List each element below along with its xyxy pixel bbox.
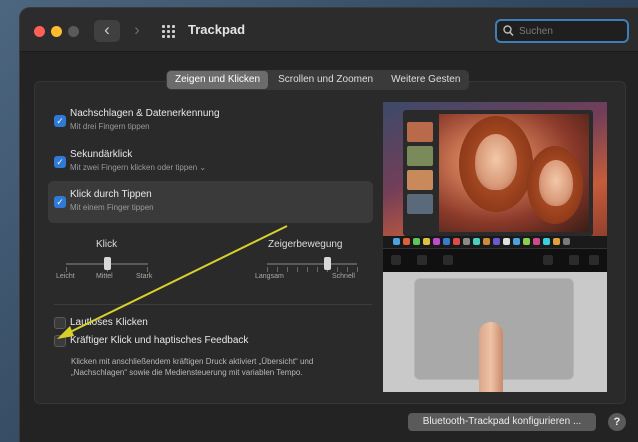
preview-finger [479,322,503,392]
show-all-grid-icon[interactable] [162,25,175,38]
zoom-window-button[interactable] [68,26,79,37]
section-divider [54,304,372,305]
tracking-speed-title: Zeigerbewegung [268,239,343,250]
configure-bluetooth-trackpad-button[interactable]: Bluetooth-Trackpad konfigurieren ... [408,413,596,431]
tracking-speed-track[interactable] [267,263,357,265]
slider-tick [287,267,288,272]
back-button[interactable]: ‹ [94,20,120,42]
preview-photo [439,114,589,232]
checkbox-tap-to-click-checked[interactable]: ✓ [54,196,66,208]
option-title: Lautloses Klicken [70,317,148,328]
option-subtitle: Mit einem Finger tippen [70,203,154,212]
preview-thumbnail [407,194,433,214]
option-tap-to-click[interactable]: ✓ Klick durch Tippen Mit einem Finger ti… [48,181,373,223]
slider-tick [307,267,308,272]
option-force-click-haptic[interactable]: Kräftiger Klick und haptisches Feedback [48,334,373,348]
preview-touch-bar [383,248,607,272]
close-window-button[interactable] [34,26,45,37]
preview-thumbnails [407,122,435,218]
slider-tick [147,267,148,272]
trackpad-preview-video [383,102,607,392]
slider-label-light: Leicht [56,273,75,280]
click-slider-title: Klick [96,239,118,250]
tab-more-gestures[interactable]: Weitere Gesten [383,71,468,89]
search-input[interactable] [519,23,623,39]
slider-label-fast: Schnell [332,273,355,280]
option-title: Sekundärklick [70,149,133,160]
title-bar: ‹ › Trackpad [20,8,638,52]
preview-dock [383,236,607,248]
slider-tick [267,267,268,272]
option-title: Kräftiger Klick und haptisches Feedback [70,335,249,346]
slider-tick [297,267,298,272]
slider-tick [347,267,348,272]
preview-trackpad-area [383,272,607,392]
slider-label-medium: Mittel [96,273,113,280]
tracking-speed-knob[interactable] [324,257,332,270]
chevron-right-icon: › [134,20,140,39]
search-icon [503,25,514,37]
search-field[interactable] [495,19,629,43]
slider-label-firm: Stark [136,273,153,280]
option-subtitle: Mit zwei Fingern klicken oder tippen ⌄ [70,163,207,172]
option-subtitle: Mit drei Fingern tippen [70,122,150,131]
checkbox-silent-clicking[interactable] [54,317,66,329]
slider-tick [357,267,358,272]
help-button[interactable]: ? [608,413,626,431]
force-click-description: Klicken mit anschließendem kräftigen Dru… [71,357,314,377]
option-title: Klick durch Tippen [70,189,152,200]
slider-tick [66,267,67,272]
preview-face [539,160,573,206]
slider-tick [277,267,278,272]
tab-point-and-click[interactable]: Zeigen und Klicken [167,71,269,89]
preview-desktop [383,102,607,248]
slider-tick [337,267,338,272]
slider-tick [317,267,318,272]
checkbox-secondary-click-checked[interactable]: ✓ [54,156,66,168]
option-secondary-click[interactable]: ✓ Sekundärklick Mit zwei Fingern klicken… [48,149,373,177]
preview-face [475,134,517,190]
option-lookup-data-detectors[interactable]: ✓ Nachschlagen & Datenerkennung Mit drei… [48,108,373,136]
checkbox-force-click[interactable] [54,335,66,347]
checkbox-lookup-checked[interactable]: ✓ [54,115,66,127]
slider-label-slow: Langsam [255,273,284,280]
preview-thumbnail [407,122,433,142]
option-silent-clicking[interactable]: Lautloses Klicken [48,316,373,330]
system-preferences-window: ‹ › Trackpad Zeigen und Klicken Scrollen… [20,8,638,442]
minimize-window-button[interactable] [51,26,62,37]
window-title: Trackpad [188,22,246,37]
click-slider-knob[interactable] [104,257,111,270]
preview-thumbnail [407,170,433,190]
preview-thumbnail [407,146,433,166]
tab-bar: Zeigen und Klicken Scrollen und Zoomen W… [166,70,470,90]
chevron-left-icon: ‹ [104,20,110,39]
tab-scroll-and-zoom[interactable]: Scrollen und Zoomen [270,71,381,89]
preview-photos-app [403,110,593,236]
option-title: Nachschlagen & Datenerkennung [70,108,220,119]
forward-button[interactable]: › [126,20,148,42]
